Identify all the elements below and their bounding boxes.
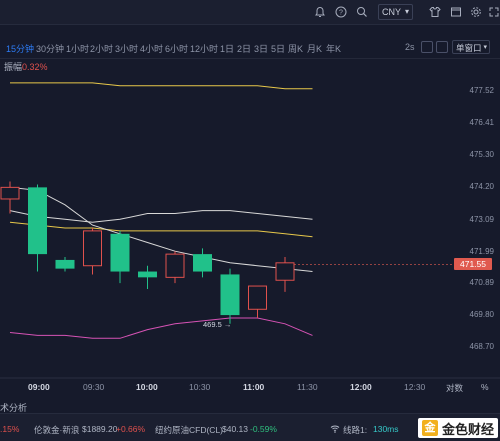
latency-value: 130ms — [373, 424, 399, 434]
x-tick-label: 10:00 — [136, 382, 158, 392]
band-upper-outer-line — [10, 82, 313, 90]
current-price-tag: 471.55 — [454, 258, 492, 270]
gold-change: +0.66% — [116, 424, 146, 434]
tab-6h[interactable]: 6小时 — [165, 42, 188, 55]
oil-change: -0.59% — [250, 424, 277, 434]
search-icon[interactable] — [354, 4, 370, 20]
y-tick-label: 475.30 — [469, 150, 494, 160]
candle-body — [275, 262, 295, 281]
wifi-icon — [330, 424, 340, 435]
chevron-down-icon: ▾ — [404, 7, 409, 16]
y-tick-label: 477.52 — [469, 86, 494, 95]
question-icon[interactable]: ? — [333, 4, 349, 20]
x-tick-label: 09:00 — [28, 382, 50, 392]
svg-text:?: ? — [339, 10, 343, 17]
x-tick-label: 12:30 — [404, 382, 426, 392]
x-tick-label: 11:00 — [243, 382, 265, 392]
candle-body — [193, 254, 212, 272]
tab-1d[interactable]: 1日 — [220, 42, 234, 55]
tab-5d[interactable]: 5日 — [271, 42, 285, 55]
candle-body — [138, 271, 157, 278]
brand-logo: 金 金色财经 — [418, 418, 498, 438]
currency-value: CNY — [382, 7, 402, 17]
tab-3h[interactable]: 3小时 — [115, 42, 138, 55]
layout-square-button[interactable] — [436, 41, 448, 53]
timeframe-bar: 15分钟 30分钟 1小时 2小时 3小时 4小时 6小时 12小时 1日 2日… — [0, 36, 500, 59]
gold-ticker-label[interactable]: 伦敦金·新浪 — [34, 424, 79, 436]
expand-icon[interactable] — [486, 4, 500, 20]
log-scale-toggle[interactable]: 对数 — [446, 382, 463, 394]
oil-ticker-label[interactable]: 纽约原油CFD(CL) — [155, 424, 223, 436]
chevron-down-icon: ▾ — [483, 44, 487, 51]
indicator-window-select[interactable]: 单窗口 ▾ — [452, 40, 490, 54]
price-chart[interactable]: 469.5 → — [0, 68, 500, 380]
candle-body — [55, 259, 75, 269]
indicator-window-label: 单窗口 — [456, 43, 482, 53]
settings-square-button[interactable] — [421, 41, 433, 53]
tab-12h[interactable]: 12小时 — [190, 42, 218, 55]
tab-year[interactable]: 年K — [326, 42, 341, 55]
tab-2h[interactable]: 2小时 — [90, 42, 113, 55]
tab-4h[interactable]: 4小时 — [140, 42, 163, 55]
x-tick-label: 09:30 — [83, 382, 105, 392]
percent-scale-toggle[interactable]: % — [481, 382, 489, 392]
y-tick-label: 473.09 — [469, 214, 494, 224]
low-price-marker: 469.5 → — [203, 320, 231, 329]
top-toolbar: ? CNY ▾ — [0, 0, 500, 25]
jinse-logo-icon: 金 — [422, 420, 438, 436]
candle-body — [0, 186, 20, 200]
y-tick-label: 471.99 — [469, 246, 494, 256]
tab-1h[interactable]: 1小时 — [66, 42, 89, 55]
band-upper-inner-line — [9, 210, 313, 223]
tab-3d[interactable]: 3日 — [254, 42, 268, 55]
bottom-ticker-bar: .15% 伦敦金·新浪 $1889.20 +0.66% 纽约原油CFD(CL) … — [0, 413, 500, 441]
x-tick-label: 11:30 — [297, 382, 318, 392]
y-tick-label: 468.70 — [469, 342, 494, 351]
y-tick-label: 469.80 — [469, 310, 494, 320]
tab-week[interactable]: 周K — [288, 42, 303, 55]
gold-price: $1889.20 — [82, 424, 118, 434]
tab-month[interactable]: 月K — [307, 42, 322, 55]
refresh-interval[interactable]: 2s — [405, 42, 415, 52]
moving-average-line — [9, 186, 313, 272]
band-lower-line — [9, 317, 313, 339]
candle-body — [248, 285, 267, 310]
candle-body — [220, 274, 240, 316]
band-mid-line — [9, 221, 313, 238]
brand-name: 金色财经 — [442, 421, 495, 437]
tab-2d[interactable]: 2日 — [237, 42, 251, 55]
candle-body — [110, 233, 130, 272]
y-tick-label: 474.20 — [469, 182, 494, 192]
line-label[interactable]: 线路1: — [343, 424, 367, 436]
currency-select[interactable]: CNY ▾ — [378, 4, 413, 20]
ticker-change-1: .15% — [0, 424, 20, 434]
x-tick-label: 10:30 — [189, 382, 211, 392]
y-tick-label: 470.89 — [469, 278, 494, 288]
tab-30min[interactable]: 30分钟 — [36, 42, 64, 55]
gear-icon[interactable] — [468, 4, 484, 20]
candle-body — [28, 187, 47, 255]
window-icon[interactable] — [448, 4, 464, 20]
shirt-icon[interactable] — [427, 4, 443, 20]
tab-15min[interactable]: 15分钟 — [6, 42, 34, 55]
oil-price: $40.13 — [222, 424, 248, 434]
x-tick-label: 12:00 — [350, 382, 372, 392]
y-tick-label: 476.41 — [469, 118, 494, 128]
candle-body — [165, 253, 185, 278]
candle-body — [83, 230, 102, 267]
bell-icon[interactable] — [312, 4, 328, 20]
